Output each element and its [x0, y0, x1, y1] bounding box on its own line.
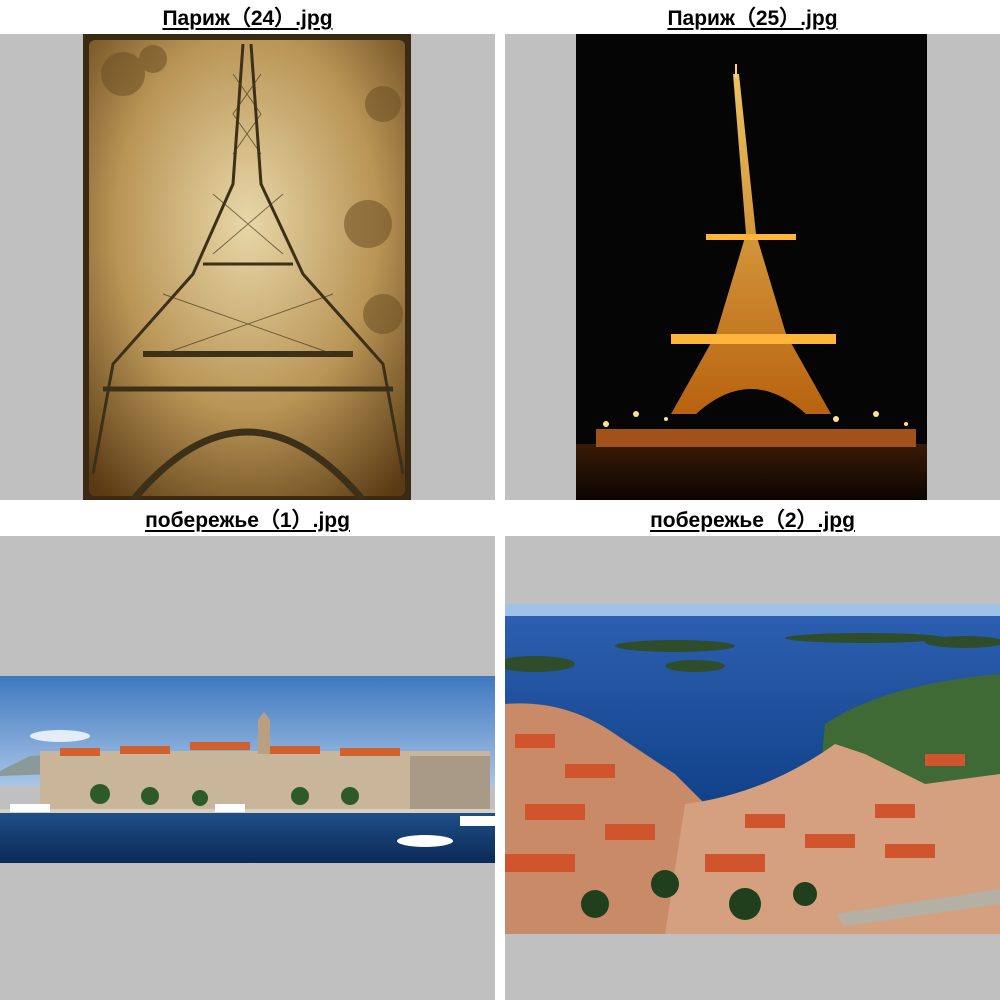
harbor-town-aerial-image[interactable]	[505, 604, 1000, 934]
coastal-old-town-image[interactable]	[0, 676, 495, 863]
eiffel-tower-vintage-picture	[83, 34, 411, 500]
coastal-old-town-picture	[0, 676, 495, 863]
gallery-item-4[interactable]: побережье（2）.jpg	[505, 502, 1000, 1000]
filename-label[interactable]: Париж（24）.jpg	[0, 0, 495, 34]
eiffel-tower-vintage-image[interactable]	[83, 34, 411, 500]
filename-label[interactable]: побережье（1）.jpg	[0, 502, 495, 536]
thumbnail-frame	[505, 34, 1000, 500]
filename-label[interactable]: побережье（2）.jpg	[505, 502, 1000, 536]
harbor-town-aerial-picture	[505, 604, 1000, 934]
gallery-item-3[interactable]: побережье（1）.jpg	[0, 502, 495, 1000]
thumbnail-frame	[0, 536, 495, 1000]
thumbnail-frame	[505, 536, 1000, 1000]
thumbnail-frame	[0, 34, 495, 500]
eiffel-tower-night-picture	[576, 34, 927, 500]
thumbnail-grid: Париж（24）.jpg Париж（25）.jpg побережье（1）…	[0, 0, 1000, 1000]
eiffel-tower-night-image[interactable]	[576, 34, 927, 500]
filename-label[interactable]: Париж（25）.jpg	[505, 0, 1000, 34]
gallery-item-2[interactable]: Париж（25）.jpg	[505, 0, 1000, 500]
gallery-item-1[interactable]: Париж（24）.jpg	[0, 0, 495, 500]
